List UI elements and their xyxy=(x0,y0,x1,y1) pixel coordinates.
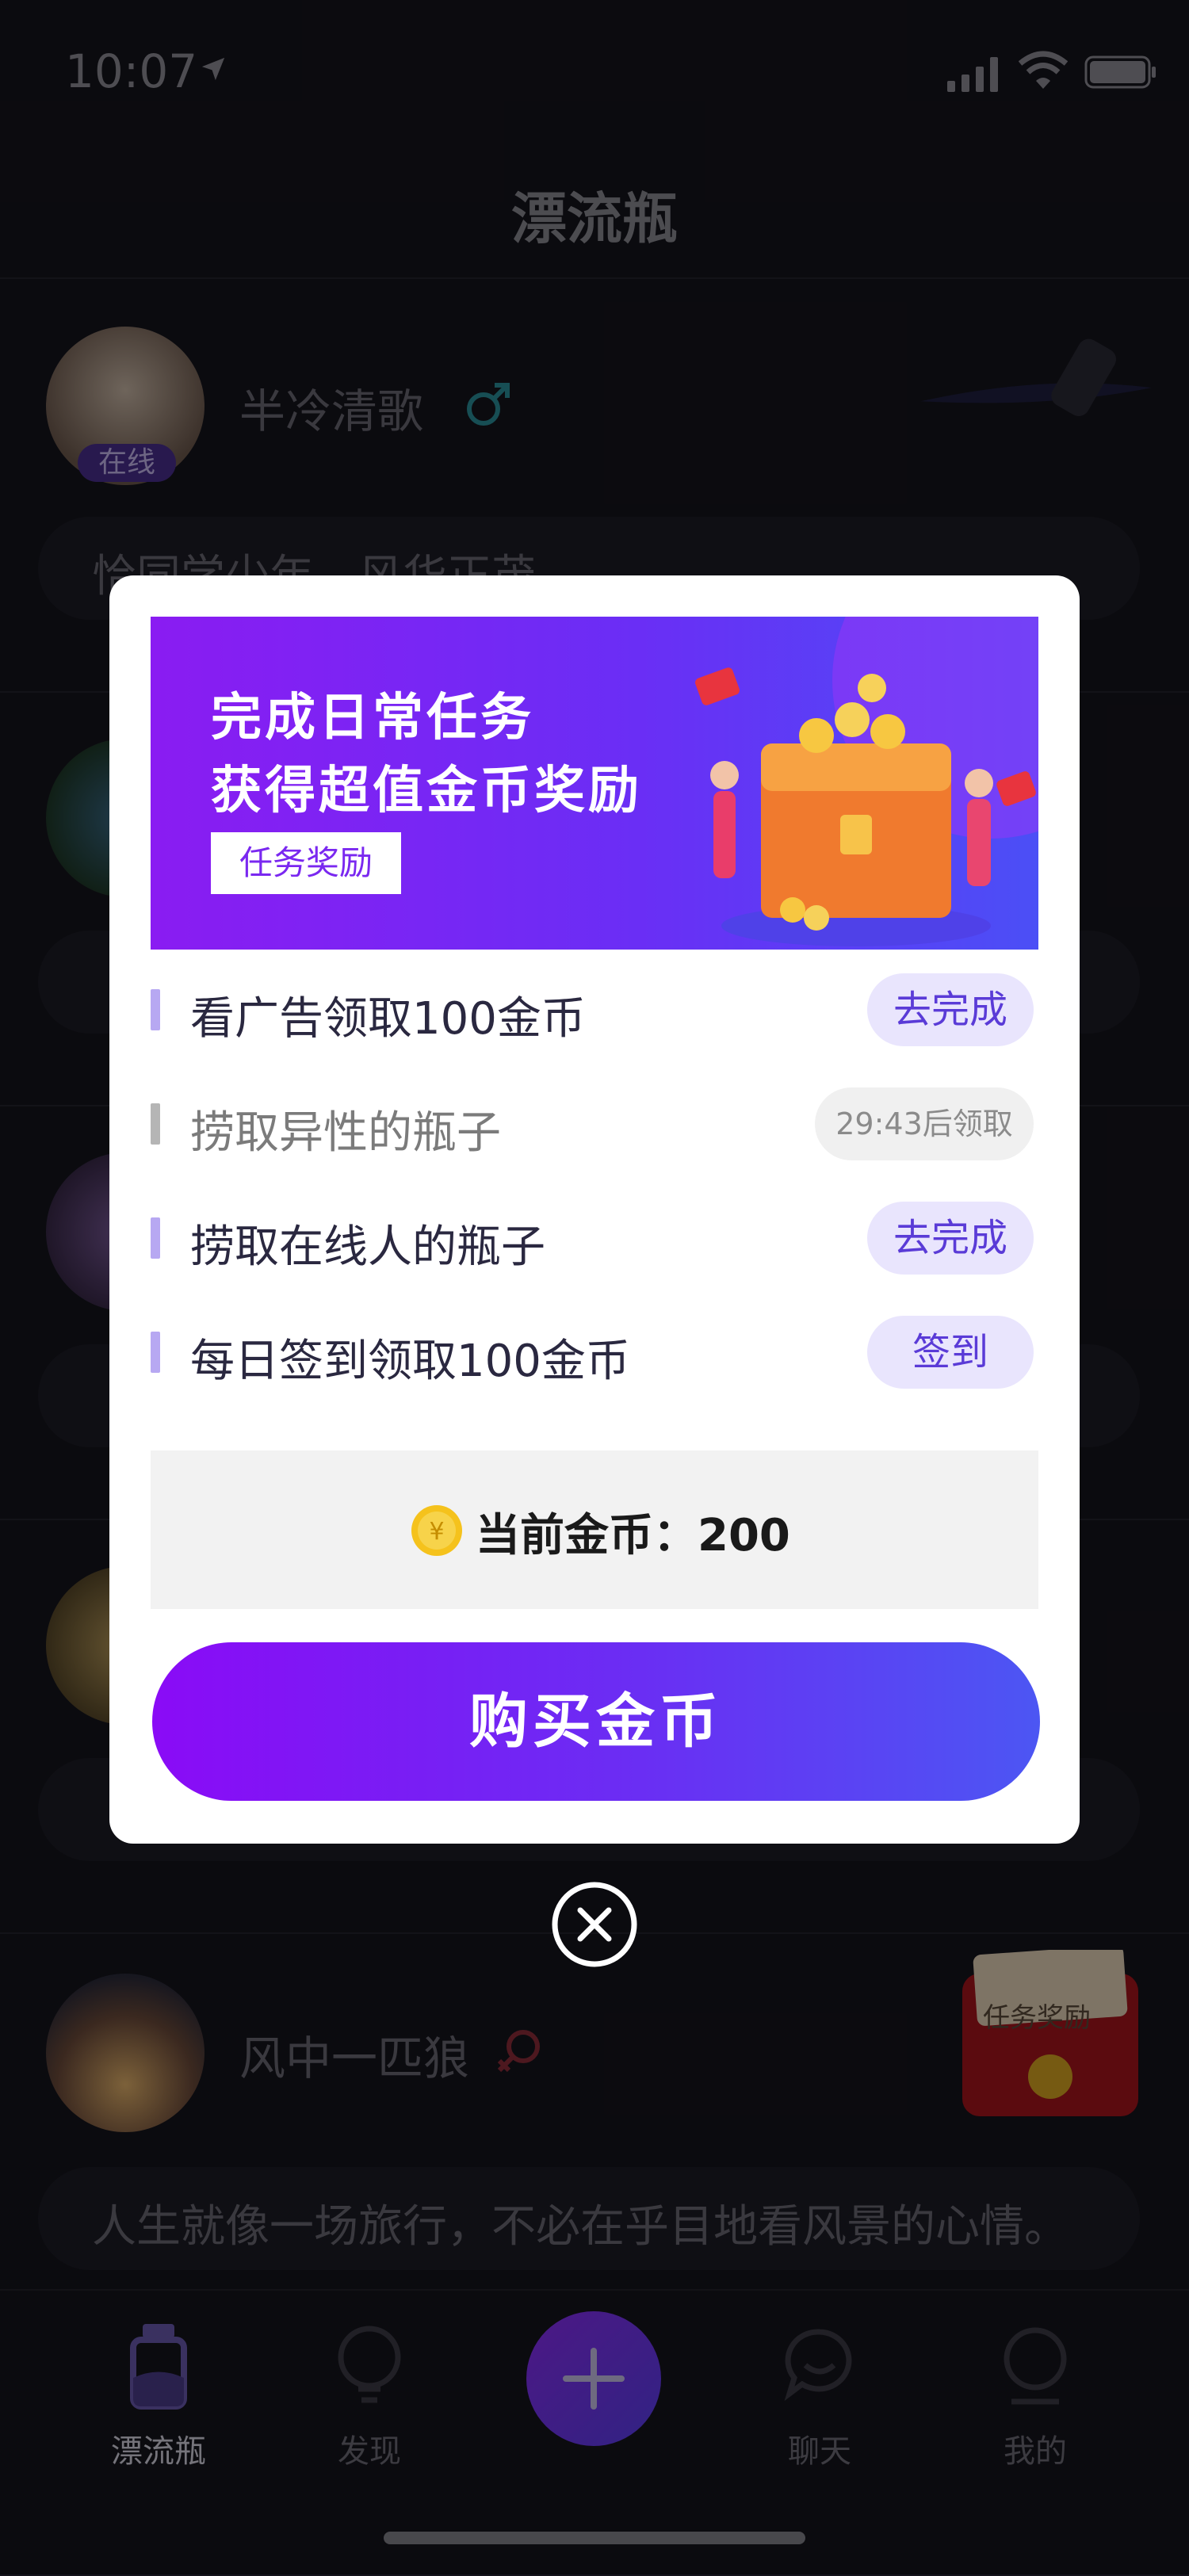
svg-text:¥: ¥ xyxy=(429,1518,444,1546)
task-label: 捞取异性的瓶子 xyxy=(190,1107,501,1159)
task-countdown-button[interactable]: 29:43后领取 xyxy=(815,1087,1034,1160)
banner-title: 完成日常任务 xyxy=(211,689,534,747)
task-marker xyxy=(151,1332,160,1373)
coin-balance-text: 当前金币：200 xyxy=(476,1510,790,1561)
task-marker xyxy=(151,989,160,1030)
banner-subtitle: 获得超值金币奖励 xyxy=(211,762,642,820)
task-item: 捞取异性的瓶子 29:43后领取 xyxy=(151,1081,1038,1160)
coin-balance: ¥ 当前金币：200 xyxy=(151,1450,1038,1609)
task-complete-button[interactable]: 去完成 xyxy=(867,973,1034,1046)
task-banner: 完成日常任务 获得超值金币奖励 任务奖励 xyxy=(151,617,1038,950)
task-label: 捞取在线人的瓶子 xyxy=(190,1221,545,1273)
close-icon xyxy=(552,1882,637,1967)
task-marker xyxy=(151,1103,160,1145)
task-item: 看广告领取100金币 去完成 xyxy=(151,967,1038,1046)
task-item: 每日签到领取100金币 签到 xyxy=(151,1309,1038,1389)
treasure-chest-illustration xyxy=(695,667,1036,946)
buy-coins-button[interactable]: 购买金币 xyxy=(152,1642,1040,1801)
banner-tag: 任务奖励 xyxy=(211,832,401,894)
coin-icon: ¥ xyxy=(411,1505,462,1556)
task-complete-button[interactable]: 去完成 xyxy=(867,1202,1034,1275)
task-label: 每日签到领取100金币 xyxy=(190,1336,630,1387)
task-item: 捞取在线人的瓶子 去完成 xyxy=(151,1195,1038,1275)
task-reward-dialog: 完成日常任务 获得超值金币奖励 任务奖励 看广告领取100金币 去完成 捞取异性… xyxy=(109,575,1080,1844)
sign-in-button[interactable]: 签到 xyxy=(867,1316,1034,1389)
task-marker xyxy=(151,1217,160,1259)
close-dialog-button[interactable] xyxy=(550,1880,639,1969)
task-label: 看广告领取100金币 xyxy=(190,993,586,1045)
